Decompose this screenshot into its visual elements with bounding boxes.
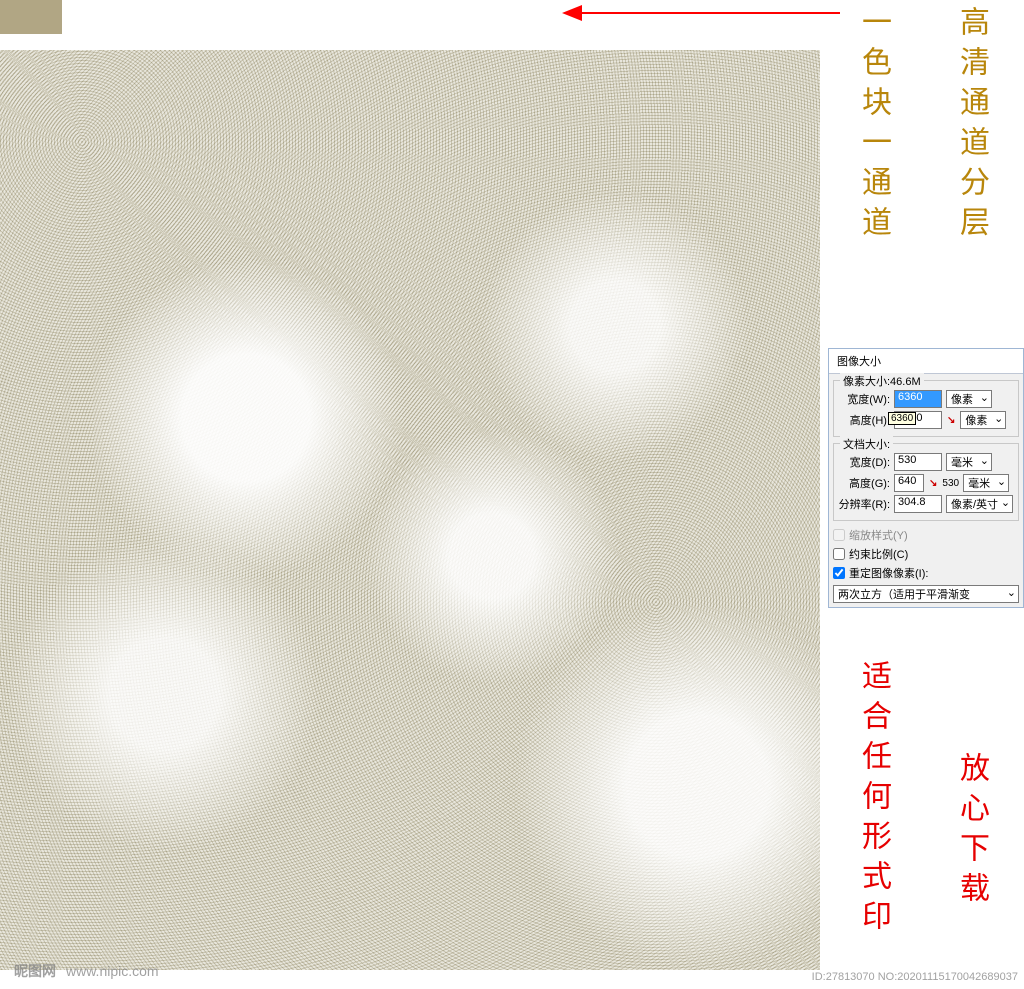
- annotation-red-left: 适合任何形式印: [852, 660, 894, 940]
- constrain-label: 约束比例(C): [849, 546, 908, 562]
- width-px-unit[interactable]: 像素: [946, 390, 992, 408]
- watermark-site-url: www.nipic.com: [66, 963, 159, 979]
- height-px-label: 高度(H):: [838, 412, 890, 428]
- dialog-title: 图像大小: [829, 349, 1023, 374]
- width-px-input[interactable]: 6360: [894, 390, 942, 408]
- doc-width-unit[interactable]: 毫米: [946, 453, 992, 471]
- height-px-hint: 6360: [888, 412, 916, 425]
- doc-size-group: 文档大小: 宽度(D): 530 毫米 高度(G): 640 ↘ 530 毫米 …: [833, 443, 1019, 521]
- resample-checkbox[interactable]: 重定图像像素(I):: [833, 565, 1019, 581]
- color-swatch: [0, 0, 62, 34]
- height-px-unit[interactable]: 像素: [960, 411, 1006, 429]
- doc-width-label: 宽度(D):: [838, 454, 890, 470]
- pixel-size-label: 像素大小:46.6M: [840, 373, 924, 389]
- image-size-dialog: 图像大小 像素大小:46.6M 宽度(W): 6360 像素 高度(H): 76…: [828, 348, 1024, 608]
- doc-height-label: 高度(G):: [838, 475, 890, 491]
- link-arrow-icon: ↘: [947, 415, 955, 426]
- doc-height-unit[interactable]: 毫米: [963, 474, 1009, 492]
- doc-width-input[interactable]: 530: [894, 453, 942, 471]
- doc-height-hint: 530: [942, 478, 959, 489]
- annotation-gold-left: 一色块一通道: [852, 6, 894, 246]
- annotation-gold-right: 高清通道分层: [950, 6, 992, 246]
- resample-box[interactable]: [833, 567, 845, 579]
- watermark-meta: ID:27813070 NO:20201115170042689037: [812, 971, 1018, 983]
- resample-label: 重定图像像素(I):: [849, 565, 928, 581]
- resolution-unit[interactable]: 像素/英寸: [946, 495, 1013, 513]
- annotation-red-right: 放心下载: [950, 752, 992, 912]
- doc-size-label: 文档大小:: [840, 436, 893, 452]
- watermark-site-cn: 昵图网: [14, 961, 56, 981]
- scale-styles-label: 缩放样式(Y): [849, 527, 908, 543]
- constrain-box[interactable]: [833, 548, 845, 560]
- scale-styles-checkbox[interactable]: 缩放样式(Y): [833, 527, 1019, 543]
- pointer-arrow: [580, 12, 840, 14]
- constrain-checkbox[interactable]: 约束比例(C): [833, 546, 1019, 562]
- scale-styles-box[interactable]: [833, 529, 845, 541]
- texture-preview: [0, 50, 820, 970]
- watermark-left: 昵图网 www.nipic.com: [14, 961, 159, 981]
- resample-method-select[interactable]: 两次立方（适用于平滑渐变: [833, 585, 1019, 603]
- pixel-size-group: 像素大小:46.6M 宽度(W): 6360 像素 高度(H): 7680 ↘ …: [833, 380, 1019, 437]
- link-arrow-icon-2: ↘: [929, 478, 937, 489]
- resolution-input[interactable]: 304.8: [894, 495, 942, 513]
- width-px-label: 宽度(W):: [838, 391, 890, 407]
- doc-height-input[interactable]: 640: [894, 474, 924, 492]
- resolution-label: 分辨率(R):: [838, 496, 890, 512]
